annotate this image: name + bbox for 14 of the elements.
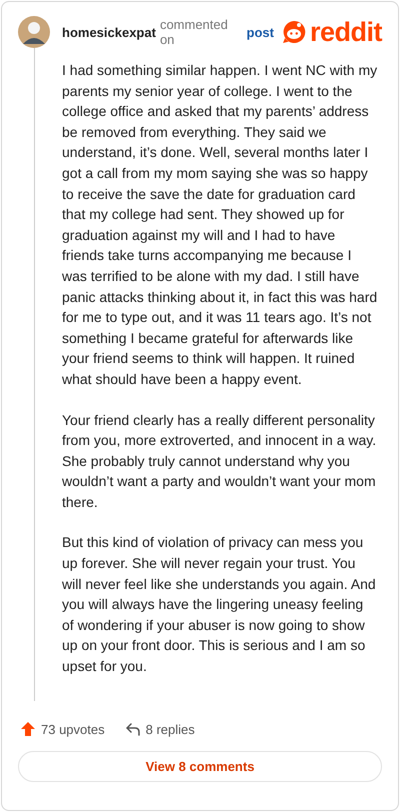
upvote-arrow-icon[interactable] — [20, 721, 36, 737]
alien-logo-icon — [282, 20, 306, 44]
comment-paragraph: Your friend clearly has a really different personality from you, more extroverted, and innocent in a way. She probably truly cannot understand why you wouldn’t want a party and wouldn’t want your mom there. — [62, 410, 378, 512]
username-link[interactable]: homesickexpat — [62, 24, 156, 40]
reply-arrow-icon[interactable] — [124, 721, 141, 737]
reply-count: 8 replies — [146, 722, 195, 736]
avatar-icon[interactable] — [18, 16, 50, 48]
upvote-count: 73 upvotes — [41, 722, 105, 736]
comment-paragraph: I had something similar happen. I went NC with my parents my senior year of college. I went to the college office and asked that my parents’ address be removed from everything. They said we understand, it’s done. Well, several months later I got a call from my mom saying she was so happy to receive the save the date for graduation card that my college had sent. They showed up for graduation against my will and I had to have friends take turns accompanying me because I was terrified to be alone with my dad. I still have panic attacks thinking about it, in fact this was hard for me to type out, and it was 11 tears ago. It’s not something I became grateful for afterwards like your friend seems to think will happen. It ruined what should have been a happy event. — [62, 61, 378, 389]
action-text: commented on — [160, 17, 229, 47]
logo-wordmark: reddit — [310, 18, 382, 46]
comment-paragraph: But this kind of violation of privacy can mess you up forever. She will never regain your trust. You will never feel like she understands you again. And you will always have the lingering uneasy feeling of wondering if your abuser is now going to show up on your front door. This is serious and I am so upset for you. — [62, 533, 377, 676]
post-link[interactable]: post — [246, 24, 274, 40]
view-comments-button[interactable]: View 8 comments — [18, 751, 382, 782]
